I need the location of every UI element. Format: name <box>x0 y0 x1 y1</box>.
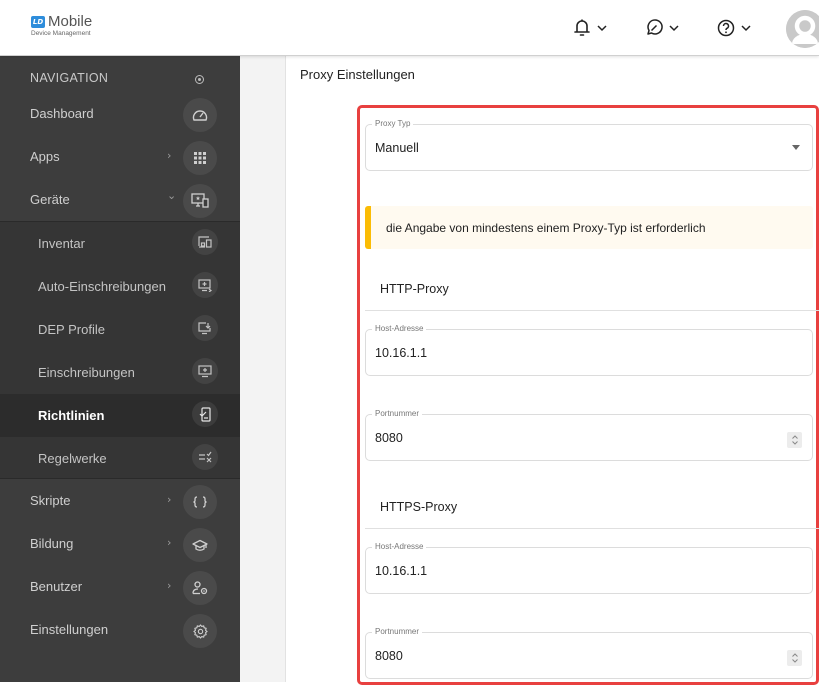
geraete-submenu: Inventar Auto-Einschreibungen DEP Profil… <box>0 221 240 479</box>
chevron-right-icon: › <box>167 536 172 549</box>
sidebar-subitem-dep-profile[interactable]: DEP Profile <box>0 308 240 351</box>
highlight-box <box>357 105 819 685</box>
sidebar-item-geraete[interactable]: Geräte ⌄ <box>0 179 240 222</box>
question-circle-icon <box>717 19 735 37</box>
sidebar-subitem-label: Richtlinien <box>38 408 105 423</box>
nav-header: NAVIGATION <box>30 71 109 85</box>
sidebar-subitem-inventar[interactable]: Inventar <box>0 222 240 265</box>
proxy-type-select[interactable]: Proxy Typ Manuell <box>365 119 813 171</box>
inventory-icon <box>192 229 218 255</box>
http-host-input[interactable]: Host-Adresse 10.16.1.1 <box>365 324 813 376</box>
field-label: Portnummer <box>372 627 423 636</box>
messages-button[interactable] <box>645 16 679 40</box>
grid-icon <box>183 141 217 175</box>
sidebar-item-einstellungen[interactable]: Einstellungen <box>0 609 240 652</box>
content-gutter <box>240 56 286 682</box>
policy-icon <box>192 401 218 427</box>
user-avatar-icon <box>786 10 819 48</box>
notifications-button[interactable] <box>573 16 607 40</box>
field-value: 8080 <box>375 649 403 663</box>
auto-enroll-icon <box>192 272 218 298</box>
avatar[interactable] <box>786 10 819 48</box>
http-proxy-heading: HTTP-Proxy <box>365 267 819 311</box>
rules-icon <box>192 444 218 470</box>
sidebar-subitem-einschreibungen[interactable]: Einschreibungen <box>0 351 240 394</box>
http-port-input[interactable]: Portnummer 8080 <box>365 409 813 461</box>
sidebar-item-dashboard[interactable]: Dashboard <box>0 93 240 136</box>
bell-icon <box>574 19 590 36</box>
sidebar-subitem-label: Auto-Einschreibungen <box>38 279 166 294</box>
chevron-right-icon: › <box>167 579 172 592</box>
field-value: 10.16.1.1 <box>375 346 428 360</box>
sidebar-item-label: Dashboard <box>30 106 94 121</box>
sidebar-item-label: Skripte <box>30 493 71 508</box>
sidebar-subitem-label: Regelwerke <box>38 451 107 466</box>
sidebar-item-label: Benutzer <box>30 579 83 594</box>
chevron-down-icon <box>741 25 751 32</box>
compass-chat-icon <box>647 19 663 35</box>
page-title: Proxy Einstellungen <box>300 67 415 82</box>
sidebar-item-label: Apps <box>30 149 60 164</box>
sidebar-subitem-regelwerke[interactable]: Regelwerke <box>0 437 240 480</box>
warning-alert: die Angabe von mindestens einem Proxy-Ty… <box>365 206 813 249</box>
https-port-input[interactable]: Portnummer 8080 <box>365 627 813 679</box>
https-host-input[interactable]: Host-Adresse 10.16.1.1 <box>365 542 813 594</box>
field-value: 10.16.1.1 <box>375 564 428 578</box>
alert-text: die Angabe von mindestens einem Proxy-Ty… <box>386 221 706 235</box>
field-value: 8080 <box>375 431 403 445</box>
sidebar-item-benutzer[interactable]: Benutzer › <box>0 566 240 609</box>
chevron-down-icon: ⌄ <box>167 189 177 202</box>
sidebar-item-bildung[interactable]: Bildung › <box>0 523 240 566</box>
sidebar-subitem-label: Inventar <box>38 236 85 251</box>
top-bar: LD Mobile Device Management <box>0 0 819 56</box>
main-content: Proxy Einstellungen Proxy Typ Manuell di… <box>286 56 819 685</box>
spinner-up-down-icon <box>791 435 798 445</box>
field-label: Portnummer <box>372 409 423 418</box>
https-proxy-heading: HTTPS-Proxy <box>365 485 819 529</box>
radio-dot-icon[interactable] <box>195 75 204 84</box>
enrollment-icon <box>192 358 218 384</box>
section-heading: HTTP-Proxy <box>380 282 449 296</box>
section-heading: HTTPS-Proxy <box>380 500 458 514</box>
logo-subtitle: Device Management <box>31 30 91 37</box>
number-spinner[interactable] <box>787 432 802 448</box>
sidebar-item-skripte[interactable]: Skripte › <box>0 480 240 523</box>
sidebar-item-label: Geräte <box>30 192 70 207</box>
graduation-cap-icon <box>183 528 217 562</box>
braces-icon <box>183 485 217 519</box>
number-spinner[interactable] <box>787 650 802 666</box>
sidebar: NAVIGATION Dashboard Apps › Geräte ⌄ Inv… <box>0 56 240 682</box>
help-button[interactable] <box>717 16 751 40</box>
chevron-right-icon: › <box>167 149 172 162</box>
caret-down-icon <box>792 145 800 150</box>
spinner-up-down-icon <box>791 653 798 663</box>
sidebar-subitem-label: DEP Profile <box>38 322 105 337</box>
gauge-icon <box>183 98 217 132</box>
field-label: Host-Adresse <box>372 324 427 333</box>
user-gear-icon <box>183 571 217 605</box>
field-value: Manuell <box>375 141 419 155</box>
devices-icon <box>183 184 217 218</box>
sidebar-item-apps[interactable]: Apps › <box>0 136 240 179</box>
sidebar-subitem-label: Einschreibungen <box>38 365 135 380</box>
chevron-right-icon: › <box>167 493 172 506</box>
logo-title: Mobile <box>48 13 93 30</box>
sidebar-item-label: Bildung <box>30 536 74 551</box>
logo-badge: LD <box>31 16 45 28</box>
field-label: Host-Adresse <box>372 542 427 551</box>
sidebar-subitem-richtlinien[interactable]: Richtlinien <box>0 394 240 437</box>
field-label: Proxy Typ <box>372 119 414 128</box>
dep-profile-icon <box>192 315 218 341</box>
gear-icon <box>183 614 217 648</box>
sidebar-item-label: Einstellungen <box>30 622 109 637</box>
sidebar-subitem-auto-einschreibungen[interactable]: Auto-Einschreibungen <box>0 265 240 308</box>
chevron-down-icon <box>597 25 607 32</box>
chevron-down-icon <box>669 25 679 32</box>
